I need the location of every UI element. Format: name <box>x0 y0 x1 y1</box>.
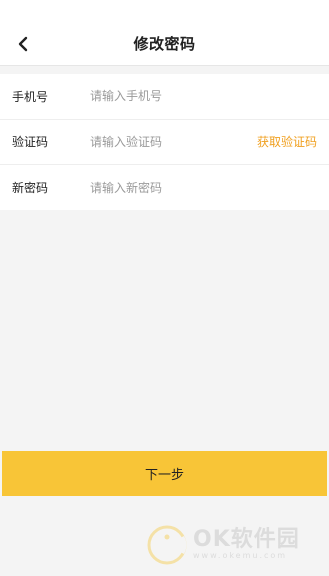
code-label: 验证码 <box>12 135 49 150</box>
new-password-input[interactable] <box>90 180 240 195</box>
watermark: OK软件园 www.okemu.com <box>147 521 327 569</box>
page-title: 修改密码 <box>133 35 196 53</box>
password-form: 手机号 验证码 获取验证码 新密码 <box>0 74 329 210</box>
code-row: 验证码 获取验证码 <box>0 120 329 165</box>
header-bar: 修改密码 <box>0 0 329 66</box>
phone-label: 手机号 <box>12 89 49 104</box>
watermark-text: OK软件园 www.okemu.com <box>193 529 300 561</box>
change-password-page: 修改密码 手机号 验证码 获取验证码 新密码 下一步 OK软件园 www.oke… <box>0 0 329 576</box>
phone-input[interactable] <box>90 89 240 104</box>
next-step-button[interactable]: 下一步 <box>2 451 327 496</box>
watermark-url: www.okemu.com <box>193 551 288 560</box>
password-row: 新密码 <box>0 165 329 211</box>
get-code-button[interactable]: 获取验证码 <box>257 133 317 150</box>
code-input[interactable] <box>90 134 240 149</box>
watermark-brand: OK软件园 <box>193 527 300 552</box>
new-password-label: 新密码 <box>12 181 49 196</box>
phone-row: 手机号 <box>0 74 329 120</box>
watermark-logo-icon <box>147 525 187 565</box>
